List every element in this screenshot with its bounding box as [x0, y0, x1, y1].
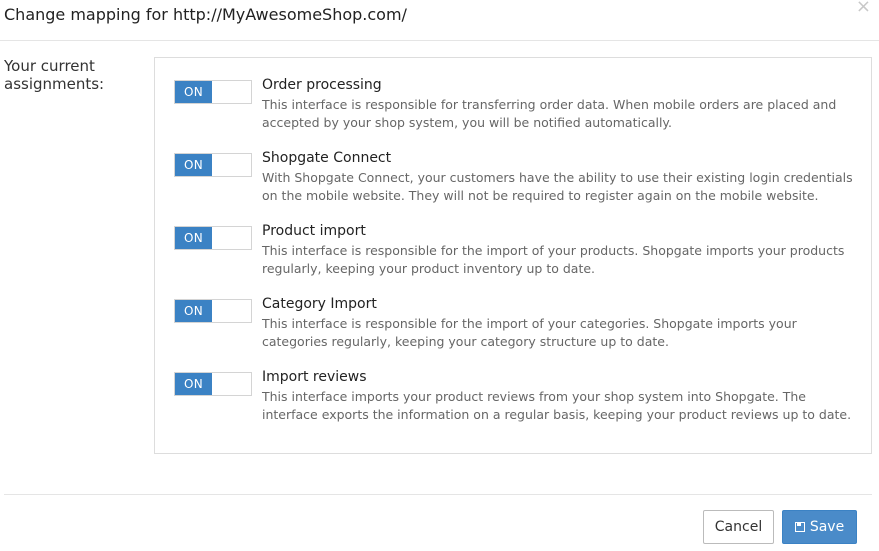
- shopgate-connect-toggle[interactable]: ON: [174, 153, 252, 177]
- toggle-on-label: ON: [175, 154, 212, 176]
- cancel-button[interactable]: Cancel: [703, 510, 774, 544]
- assignment-item-import-reviews: ON Import reviews This interface imports…: [155, 350, 871, 422]
- assignment-title: Shopgate Connect: [262, 150, 392, 166]
- footer-divider: [4, 494, 872, 495]
- toggle-on-label: ON: [175, 227, 212, 249]
- assignment-item-category-import: ON Category Import This interface is res…: [155, 277, 871, 349]
- assignment-title: Import reviews: [262, 369, 367, 385]
- category-import-toggle[interactable]: ON: [174, 299, 252, 323]
- assignment-item-shopgate-connect: ON Shopgate Connect With Shopgate Connec…: [155, 131, 871, 203]
- modal-header: Change mapping for http://MyAwesomeShop.…: [0, 0, 879, 41]
- product-import-toggle[interactable]: ON: [174, 226, 252, 250]
- import-reviews-toggle[interactable]: ON: [174, 372, 252, 396]
- assignment-description: This interface imports your product revi…: [262, 389, 852, 422]
- assignment-description: This interface is responsible for the im…: [262, 243, 845, 276]
- assignment-title: Order processing: [262, 77, 382, 93]
- save-button-label: Save: [809, 519, 845, 535]
- assignment-title: Product import: [262, 223, 366, 239]
- toggle-on-label: ON: [175, 300, 212, 322]
- assignment-description: With Shopgate Connect, your customers ha…: [262, 170, 853, 203]
- assignment-title: Category Import: [262, 296, 377, 312]
- dialog-title: Change mapping for http://MyAwesomeShop.…: [4, 5, 407, 24]
- current-assignments-label: Your current assignments:: [4, 57, 105, 93]
- toggle-on-label: ON: [175, 81, 212, 103]
- assignment-description: This interface is responsible for transf…: [262, 97, 837, 130]
- close-icon[interactable]: ×: [856, 0, 871, 16]
- assignment-item-order-processing: ON Order processing This interface is re…: [155, 58, 871, 130]
- assignments-panel: ON Order processing This interface is re…: [154, 57, 872, 454]
- order-processing-toggle[interactable]: ON: [174, 80, 252, 104]
- assignment-item-product-import: ON Product import This interface is resp…: [155, 204, 871, 276]
- toggle-on-label: ON: [175, 373, 212, 395]
- save-button[interactable]: Save: [782, 510, 857, 544]
- floppy-disk-icon: [794, 522, 805, 532]
- assignment-description: This interface is responsible for the im…: [262, 316, 797, 349]
